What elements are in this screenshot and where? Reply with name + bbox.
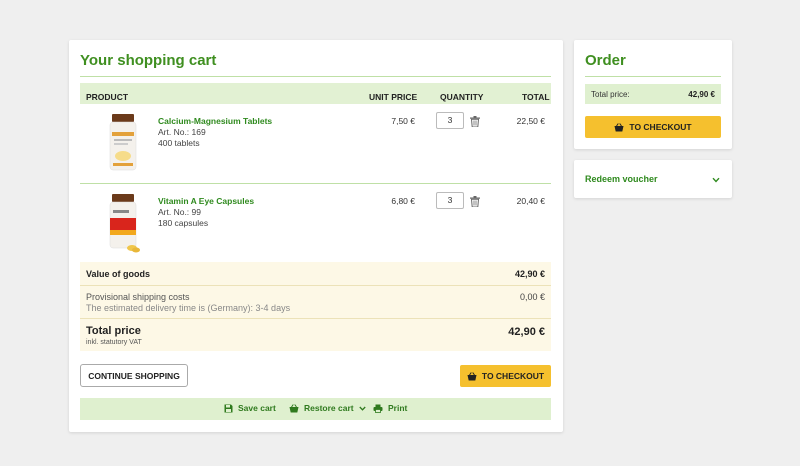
header-quantity: QUANTITY	[440, 92, 484, 102]
shipping-label: Provisional shipping costs	[86, 292, 190, 302]
product-name-link[interactable]: Vitamin A Eye Capsules	[158, 196, 254, 206]
restore-cart-link[interactable]: Restore cart	[289, 403, 366, 413]
save-icon	[224, 404, 233, 412]
trash-icon[interactable]	[470, 116, 480, 127]
title-divider	[80, 76, 551, 77]
header-total: TOTAL	[522, 92, 550, 102]
product-art-no: Art. No.: 169	[158, 127, 206, 137]
print-icon	[373, 404, 383, 413]
cart-actions-bar: Save cart Restore cart Print	[80, 398, 551, 420]
shipping-row: Provisional shipping costs The estimated…	[80, 286, 551, 318]
order-checkout-label: TO CHECKOUT	[629, 122, 692, 132]
product-art-no: Art. No.: 99	[158, 207, 201, 217]
value-of-goods-amount: 42,90 €	[514, 269, 545, 279]
print-label: Print	[388, 403, 408, 413]
order-title: Order	[585, 52, 626, 69]
product-size: 180 capsules	[158, 218, 209, 228]
order-checkout-button[interactable]: TO CHECKOUT	[585, 116, 721, 138]
header-product: PRODUCT	[86, 92, 129, 102]
value-of-goods-row: Value of goods 42,90 €	[80, 262, 551, 285]
unit-price: 7,50 €	[391, 116, 415, 126]
redeem-voucher-toggle[interactable]: Redeem voucher	[574, 160, 732, 198]
cart-summary: Value of goods 42,90 € Provisional shipp…	[80, 262, 551, 351]
to-checkout-button[interactable]: TO CHECKOUT	[460, 365, 551, 387]
order-total-amount: 42,90 €	[688, 90, 715, 99]
continue-shopping-button[interactable]: CONTINUE SHOPPING	[80, 364, 188, 387]
product-image-vitamin-a[interactable]	[103, 192, 143, 254]
product-name-link[interactable]: Calcium-Magnesium Tablets	[158, 116, 272, 126]
restore-cart-label: Restore cart	[304, 403, 354, 413]
basket-icon	[614, 122, 624, 131]
save-cart-link[interactable]: Save cart	[224, 403, 276, 413]
product-size: 400 tablets	[158, 138, 200, 148]
redeem-voucher-label: Redeem voucher	[585, 174, 658, 184]
trash-icon[interactable]	[470, 196, 480, 207]
total-price-label: Total price	[86, 325, 141, 337]
table-header: PRODUCT UNIT PRICE QUANTITY TOTAL	[80, 83, 551, 104]
vat-note: inkl. statutory VAT	[86, 339, 142, 346]
delivery-time-note: The estimated delivery time is (Germany)…	[86, 303, 291, 313]
basket-icon	[467, 371, 477, 380]
value-of-goods-label: Value of goods	[86, 269, 151, 279]
continue-shopping-label: CONTINUE SHOPPING	[88, 370, 180, 381]
restore-icon	[289, 403, 299, 412]
chevron-down-icon	[712, 177, 720, 183]
order-total-box: Total price: 42,90 €	[585, 84, 721, 104]
total-price-row: Total price inkl. statutory VAT 42,90 €	[80, 319, 551, 351]
item-total: 22,50 €	[516, 116, 545, 126]
title-divider	[585, 76, 721, 77]
table-row: Vitamin A Eye Capsules Art. No.: 99 180 …	[80, 184, 551, 262]
total-price-amount: 42,90 €	[508, 326, 545, 338]
chevron-down-icon	[358, 406, 366, 411]
order-panel: Order Total price: 42,90 € TO CHECKOUT	[574, 40, 732, 149]
order-total-label: Total price:	[591, 90, 630, 99]
to-checkout-label: TO CHECKOUT	[481, 371, 545, 381]
print-link[interactable]: Print	[373, 403, 407, 413]
item-total: 20,40 €	[516, 196, 545, 206]
quantity-input[interactable]: 3	[436, 112, 464, 129]
quantity-input[interactable]: 3	[436, 192, 464, 209]
shopping-cart-panel: Your shopping cart PRODUCT UNIT PRICE QU…	[69, 40, 563, 432]
table-row: Calcium-Magnesium Tablets Art. No.: 169 …	[80, 104, 551, 183]
shipping-amount: 0,00 €	[519, 292, 545, 302]
product-image-calcium-magnesium[interactable]	[103, 112, 143, 174]
save-cart-label: Save cart	[238, 403, 276, 413]
cart-title: Your shopping cart	[80, 52, 217, 69]
header-unit-price: UNIT PRICE	[369, 92, 418, 102]
unit-price: 6,80 €	[391, 196, 415, 206]
